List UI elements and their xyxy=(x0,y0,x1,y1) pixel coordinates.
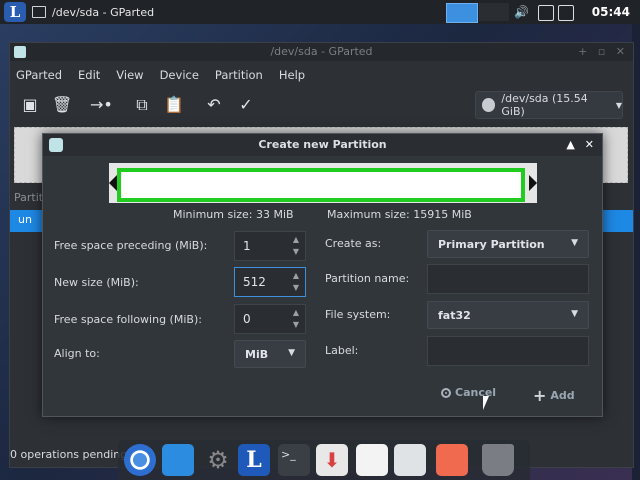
workspace-switcher[interactable] xyxy=(446,3,478,23)
create-as-value: Primary Partition xyxy=(438,238,545,251)
status-bar: 0 operations pending xyxy=(10,448,128,461)
file-system-value: fat32 xyxy=(438,309,471,322)
dialog-icon xyxy=(49,138,63,152)
file-system-label: File system: xyxy=(325,308,391,321)
dialog-title: Create new Partition xyxy=(43,134,602,156)
menu-device[interactable]: Device xyxy=(160,65,199,85)
chrome-icon[interactable] xyxy=(124,444,156,476)
workspace-2[interactable] xyxy=(479,3,509,21)
copy-icon[interactable]: ⧉ xyxy=(132,95,152,115)
taskbar-window-title: /dev/sda - GParted xyxy=(52,5,155,19)
maximum-size-label: Maximum size: 15915 MiB xyxy=(327,208,472,221)
chevron-down-icon: ▼ xyxy=(288,348,295,358)
launcher-logo-icon[interactable]: L xyxy=(4,2,26,22)
window-controls[interactable]: + ▫ ✕ xyxy=(578,45,625,58)
disk-icon xyxy=(482,98,496,112)
resize-handle-right[interactable] xyxy=(529,175,537,191)
free-preceding-label: Free space preceding (MiB): xyxy=(54,239,208,252)
label-field-label: Label: xyxy=(325,344,359,357)
window-title: /dev/sda - GParted xyxy=(10,43,633,61)
menu-gparted[interactable]: GParted xyxy=(16,65,62,85)
device-selector-label: /dev/sda (15.54 GiB) xyxy=(501,92,588,118)
maximize-icon[interactable]: ▲ xyxy=(566,138,574,151)
minimum-size-label: Minimum size: 33 MiB xyxy=(173,208,294,221)
partition-row-label: un xyxy=(18,213,32,226)
menu-partition[interactable]: Partition xyxy=(215,65,263,85)
add-button-label: Add xyxy=(550,389,575,402)
decrement-icon[interactable]: ▼ xyxy=(291,246,301,258)
launcher-icon[interactable]: L xyxy=(238,444,270,476)
decrement-icon[interactable]: ▼ xyxy=(291,319,301,331)
apply-icon[interactable]: ✓ xyxy=(236,95,256,115)
align-to-value: MiB xyxy=(245,348,269,361)
decrement-icon[interactable]: ▼ xyxy=(291,282,301,294)
taskbar-window-button[interactable]: /dev/sda - GParted xyxy=(32,4,212,20)
menu-edit[interactable]: Edit xyxy=(78,65,100,85)
screenshot-icon[interactable] xyxy=(436,444,468,476)
download-icon[interactable]: ⬇ xyxy=(316,444,348,476)
dialog-controls: ▲ ✕ xyxy=(566,138,594,151)
partition-size-fill[interactable] xyxy=(117,168,525,202)
cancel-icon xyxy=(441,387,451,398)
settings-icon[interactable]: ⚙ xyxy=(202,444,234,476)
cancel-button-label: Cancel xyxy=(455,386,497,399)
increment-icon[interactable]: ▲ xyxy=(291,234,301,246)
add-button[interactable]: + Add xyxy=(533,386,575,405)
partition-name-label: Partition name: xyxy=(325,272,410,285)
increment-icon[interactable]: ▲ xyxy=(291,307,301,319)
free-following-label: Free space following (MiB): xyxy=(54,313,202,326)
menu-bar: GParted Edit View Device Partition Help xyxy=(10,65,639,85)
increment-icon[interactable]: ▲ xyxy=(291,270,301,282)
free-preceding-spinner[interactable]: 1 ▲ ▼ xyxy=(234,231,306,261)
chevron-down-icon: ▼ xyxy=(615,100,622,110)
create-partition-dialog: Create new Partition ▲ ✕ Minimum size: 3… xyxy=(42,133,603,417)
trash-icon[interactable] xyxy=(482,444,514,476)
create-as-combo[interactable]: Primary Partition ▼ xyxy=(427,230,589,258)
file-system-combo[interactable]: fat32 ▼ xyxy=(427,301,589,329)
window-icon xyxy=(32,6,46,18)
resize-move-icon[interactable]: →• xyxy=(90,95,113,115)
dock: ⚙ L >_ ⬇ xyxy=(118,440,530,480)
new-size-value: 512 xyxy=(243,275,266,289)
chevron-down-icon: ▼ xyxy=(571,238,578,248)
volume-icon[interactable]: 🔊 xyxy=(514,5,529,19)
new-size-label: New size (MiB): xyxy=(54,276,139,289)
clock[interactable]: 05:44 xyxy=(592,5,630,19)
plus-icon: + xyxy=(533,386,547,405)
delete-icon[interactable]: 🗑 xyxy=(52,95,72,115)
mouse-cursor-icon xyxy=(483,396,489,410)
undo-icon[interactable]: ↶ xyxy=(204,95,224,115)
new-partition-icon[interactable]: ▣ xyxy=(20,95,40,115)
terminal-icon[interactable]: >_ xyxy=(278,444,310,476)
text-editor-icon[interactable] xyxy=(356,444,388,476)
menu-help[interactable]: Help xyxy=(279,65,305,85)
window-icon xyxy=(14,46,26,58)
close-icon[interactable]: ✕ xyxy=(585,138,594,151)
keyboard-icon[interactable] xyxy=(538,5,554,21)
align-to-label: Align to: xyxy=(54,347,100,360)
free-following-spinner[interactable]: 0 ▲ ▼ xyxy=(234,304,306,334)
files-icon[interactable] xyxy=(162,444,194,476)
free-preceding-value: 1 xyxy=(243,239,251,253)
free-following-value: 0 xyxy=(243,312,251,326)
gparted-icon[interactable] xyxy=(394,444,426,476)
align-to-combo[interactable]: MiB ▼ xyxy=(234,340,306,368)
paste-icon[interactable]: 📋 xyxy=(164,95,184,115)
top-panel: L /dev/sda - GParted 🔊 05:44 xyxy=(0,0,640,24)
chat-icon[interactable] xyxy=(558,5,574,21)
partition-name-input[interactable] xyxy=(427,264,589,294)
resize-handle-left[interactable] xyxy=(109,175,117,191)
toolbar: ▣ 🗑 →• ⧉ 📋 ↶ ✓ /dev/sda (15.54 GiB) ▼ xyxy=(10,87,633,123)
device-selector[interactable]: /dev/sda (15.54 GiB) ▼ xyxy=(475,91,623,119)
label-input[interactable] xyxy=(427,336,589,366)
chevron-down-icon: ▼ xyxy=(571,309,578,319)
create-as-label: Create as: xyxy=(325,237,382,250)
partition-size-bar[interactable] xyxy=(109,163,537,203)
new-size-spinner[interactable]: 512 ▲ ▼ xyxy=(234,267,306,297)
menu-view[interactable]: View xyxy=(116,65,143,85)
